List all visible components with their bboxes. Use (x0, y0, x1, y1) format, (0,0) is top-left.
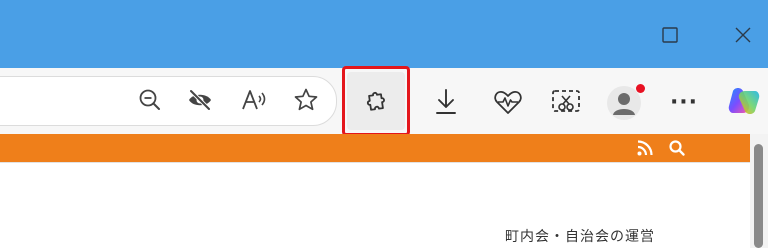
scrollbar-thumb[interactable] (754, 144, 763, 248)
tracking-prevention-button[interactable] (183, 83, 217, 117)
window-titlebar (0, 0, 768, 68)
notification-dot (636, 84, 645, 93)
maximize-icon (662, 27, 678, 43)
screenshot-icon (552, 90, 580, 112)
browser-essentials-button[interactable] (490, 84, 526, 120)
rss-button[interactable] (636, 139, 654, 161)
copilot-icon (728, 88, 760, 114)
page-content: 町内会・自治会の運営 (0, 162, 750, 248)
downloads-icon (436, 89, 456, 114)
more-menu-icon: ··· (669, 89, 699, 115)
zoom-out-button[interactable] (133, 83, 167, 117)
zoom-out-icon (139, 89, 160, 110)
favorite-button[interactable] (289, 83, 323, 117)
rss-icon (637, 140, 653, 156)
search-icon (669, 140, 685, 156)
read-aloud-icon (242, 90, 266, 110)
site-search-button[interactable] (668, 139, 686, 161)
close-icon (735, 27, 751, 43)
site-header-bar (0, 134, 750, 162)
read-aloud-button[interactable] (237, 83, 271, 117)
close-button[interactable] (728, 20, 758, 50)
browser-essentials-icon (494, 91, 522, 114)
more-menu-button[interactable]: ··· (666, 84, 702, 120)
copilot-button[interactable] (724, 82, 764, 122)
vertical-scrollbar[interactable] (750, 134, 768, 248)
favorite-star-icon (294, 88, 318, 111)
highlight-box (342, 66, 410, 136)
downloads-button[interactable] (428, 84, 464, 120)
nav-link-neighborhood-association[interactable]: 町内会・自治会の運営 (505, 226, 655, 246)
address-bar[interactable] (0, 76, 337, 126)
screenshot-button[interactable] (548, 84, 584, 120)
maximize-button[interactable] (655, 20, 685, 50)
tracking-prevention-icon (189, 89, 211, 111)
divider (0, 162, 750, 163)
